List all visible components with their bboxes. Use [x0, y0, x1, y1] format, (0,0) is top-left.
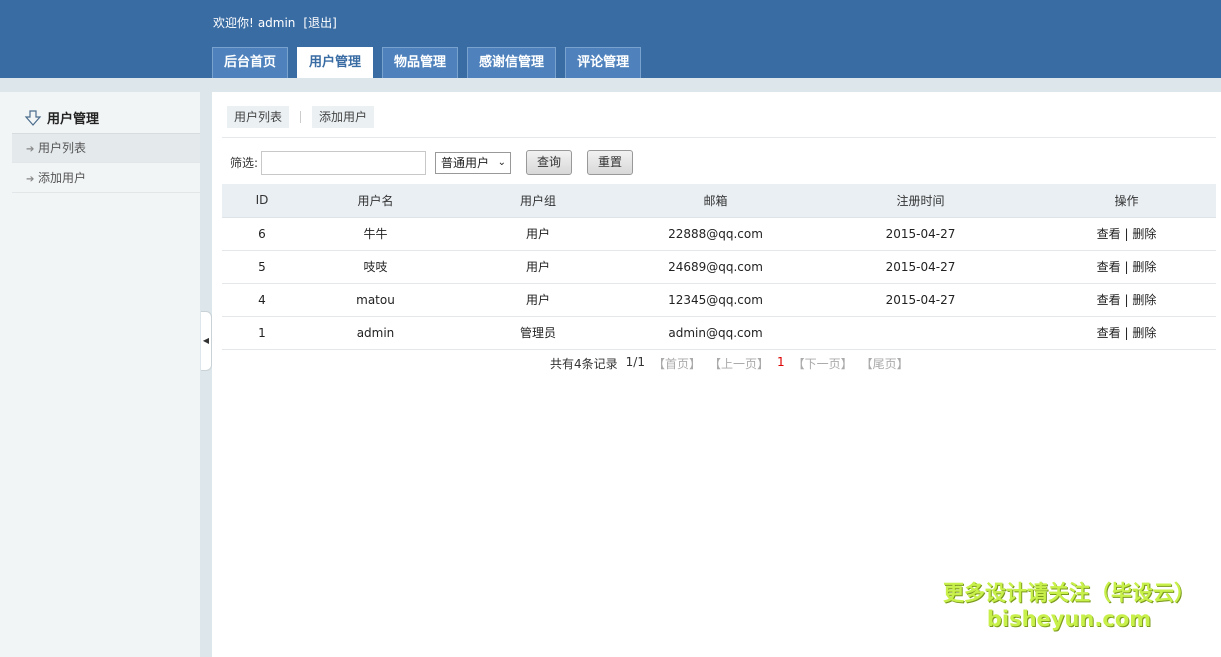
chevron-right-icon: ➔ [26, 144, 35, 155]
header-strip [0, 78, 1221, 92]
add-user-button[interactable]: 添加用户 [312, 106, 375, 128]
cell-register-time [804, 316, 1037, 350]
cell-id: 6 [222, 217, 302, 251]
sidebar-item-user-list[interactable]: ➔ 用户列表 [12, 134, 200, 163]
cell-email: 24689@qq.com [627, 250, 804, 284]
cell-id: 5 [222, 250, 302, 284]
first-page-link[interactable]: 【首页】 [653, 355, 701, 372]
column-header-register-time: 注册时间 [804, 184, 1037, 218]
table-row: 4 matou 用户 12345@qq.com 2015-04-27 查看 | … [222, 283, 1216, 317]
chevron-down-icon: ⌄ [497, 156, 507, 168]
cell-email: admin@qq.com [627, 316, 804, 350]
sidebar: 用户管理 ➔ 用户列表 ➔ 添加用户 [0, 92, 200, 657]
delete-link[interactable]: 删除 [1132, 227, 1156, 241]
tab-user-management[interactable]: 用户管理 [297, 47, 374, 78]
tab-home[interactable]: 后台首页 [212, 47, 289, 78]
sub-navigation: 用户列表 添加用户 [227, 106, 375, 128]
sidebar-gutter [200, 92, 212, 657]
column-header-actions: 操作 [1037, 184, 1216, 218]
cell-username: 牛牛 [302, 217, 449, 251]
table-row: 6 牛牛 用户 22888@qq.com 2015-04-27 查看 | 删除 [222, 217, 1216, 251]
query-button[interactable]: 查询 [526, 150, 573, 175]
action-separator: | [1124, 227, 1129, 241]
user-group-select[interactable]: 普通用户 ⌄ [435, 151, 512, 174]
cell-register-time: 2015-04-27 [804, 217, 1037, 251]
top-header: 欢迎你! admin [退出] 后台首页 用户管理 物品管理 感谢信管理 评论管理 [0, 0, 1221, 78]
cell-actions: 查看 | 删除 [1037, 217, 1216, 251]
sidebar-title-label: 用户管理 [47, 112, 100, 127]
sidebar-item-label: 用户列表 [38, 141, 87, 155]
current-page: 1 [776, 355, 785, 369]
delete-link[interactable]: 删除 [1132, 293, 1156, 307]
cell-actions: 查看 | 删除 [1037, 316, 1216, 350]
cell-username: admin [302, 316, 449, 350]
tab-thanks-letter-management[interactable]: 感谢信管理 [467, 47, 557, 78]
cell-actions: 查看 | 删除 [1037, 283, 1216, 317]
user-group-select-value: 普通用户 [441, 155, 490, 170]
pagination: 共有4条记录 1/1 【首页】 【上一页】 1 【下一页】 【尾页】 [550, 355, 917, 372]
view-link[interactable]: 查看 [1097, 260, 1121, 274]
cell-register-time: 2015-04-27 [804, 283, 1037, 317]
watermark-line-1: 更多设计请关注（毕设云） [943, 581, 1195, 605]
tab-comment-management[interactable]: 评论管理 [565, 47, 642, 78]
user-list-button[interactable]: 用户列表 [227, 106, 290, 128]
cell-register-time: 2015-04-27 [804, 250, 1037, 284]
tab-item-management[interactable]: 物品管理 [382, 47, 459, 78]
action-separator: | [1124, 260, 1129, 274]
subnav-separator [300, 111, 302, 123]
column-header-group: 用户组 [449, 184, 627, 218]
logout-link[interactable]: [退出] [303, 16, 336, 30]
table-row: 5 吱吱 用户 24689@qq.com 2015-04-27 查看 | 删除 [222, 250, 1216, 284]
page-count: 1/1 [625, 355, 645, 369]
sidebar-item-add-user[interactable]: ➔ 添加用户 [12, 164, 200, 193]
action-separator: | [1124, 293, 1129, 307]
view-link[interactable]: 查看 [1097, 326, 1121, 340]
delete-link[interactable]: 删除 [1132, 260, 1156, 274]
column-header-id: ID [222, 184, 302, 218]
total-records: 共有4条记录 [550, 357, 618, 371]
view-link[interactable]: 查看 [1097, 227, 1121, 241]
main-tabs: 后台首页 用户管理 物品管理 感谢信管理 评论管理 [212, 47, 650, 78]
action-separator: | [1124, 326, 1129, 340]
username: admin [257, 16, 296, 30]
cell-group: 用户 [449, 217, 627, 251]
cell-email: 22888@qq.com [627, 217, 804, 251]
collapse-sidebar-icon[interactable]: ◀ [201, 311, 212, 371]
delete-link[interactable]: 删除 [1132, 326, 1156, 340]
filter-input[interactable] [261, 150, 427, 175]
cell-group: 用户 [449, 250, 627, 284]
filter-label: 筛选: [230, 156, 259, 170]
sidebar-title: 用户管理 [24, 108, 99, 127]
content-divider [222, 137, 1216, 138]
chevron-right-icon: ➔ [26, 174, 35, 185]
cell-group: 用户 [449, 283, 627, 317]
cell-username: matou [302, 283, 449, 317]
cell-username: 吱吱 [302, 250, 449, 284]
user-table: ID 用户名 用户组 邮箱 注册时间 操作 6 牛牛 用户 22888@qq.c… [222, 184, 1216, 350]
cell-id: 1 [222, 316, 302, 350]
column-header-username: 用户名 [302, 184, 449, 218]
table-header-row: ID 用户名 用户组 邮箱 注册时间 操作 [222, 184, 1216, 218]
reset-button[interactable]: 重置 [587, 150, 634, 175]
view-link[interactable]: 查看 [1097, 293, 1121, 307]
cell-email: 12345@qq.com [627, 283, 804, 317]
watermark-line-2: bisheyun.com [986, 607, 1152, 631]
column-header-email: 邮箱 [627, 184, 804, 218]
table-row: 1 admin 管理员 admin@qq.com 查看 | 删除 [222, 316, 1216, 350]
prev-page-link[interactable]: 【上一页】 [709, 355, 769, 372]
next-page-link[interactable]: 【下一页】 [793, 355, 853, 372]
cell-actions: 查看 | 删除 [1037, 250, 1216, 284]
cell-group: 管理员 [449, 316, 627, 350]
watermark: 更多设计请关注（毕设云） bisheyun.com [939, 580, 1199, 632]
welcome-bar: 欢迎你! admin [退出] [213, 14, 337, 31]
arrow-down-icon [24, 109, 42, 126]
cell-id: 4 [222, 283, 302, 317]
last-page-link[interactable]: 【尾页】 [861, 355, 909, 372]
sidebar-item-label: 添加用户 [38, 171, 87, 185]
welcome-text: 欢迎你! [213, 16, 254, 30]
filter-bar: 筛选: 普通用户 ⌄ 查询 重置 [230, 150, 634, 175]
